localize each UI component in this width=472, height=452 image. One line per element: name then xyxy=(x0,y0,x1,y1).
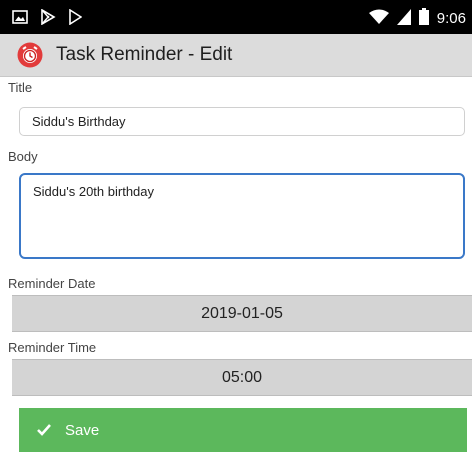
image-icon xyxy=(12,10,28,29)
play-store-icon xyxy=(40,8,56,30)
body-input[interactable]: Siddu's 20th birthday xyxy=(19,173,465,259)
title-input[interactable] xyxy=(19,107,465,136)
signal-icon xyxy=(396,8,411,29)
reminder-time-button[interactable]: 05:00 xyxy=(12,359,472,396)
status-bar-left-icons xyxy=(12,8,83,30)
save-button-label: Save xyxy=(65,421,100,439)
save-button[interactable]: Save xyxy=(19,408,467,452)
status-time: 9:06 xyxy=(436,10,466,27)
title-label: Title xyxy=(8,80,33,95)
checkmark-icon xyxy=(37,424,51,436)
app-bar: Task Reminder - Edit xyxy=(0,34,472,77)
reminder-date-button[interactable]: 2019-01-05 xyxy=(12,295,472,332)
alarm-clock-icon xyxy=(17,42,43,68)
reminder-time-label: Reminder Time xyxy=(8,340,97,355)
wifi-icon xyxy=(368,9,389,29)
body-label: Body xyxy=(8,149,38,164)
play-icon xyxy=(68,8,83,30)
status-bar-right: 9:06 xyxy=(368,8,466,29)
page-title: Task Reminder - Edit xyxy=(56,44,233,65)
status-bar: 9:06 xyxy=(0,0,472,34)
reminder-date-label: Reminder Date xyxy=(8,276,96,291)
battery-icon xyxy=(418,8,429,29)
